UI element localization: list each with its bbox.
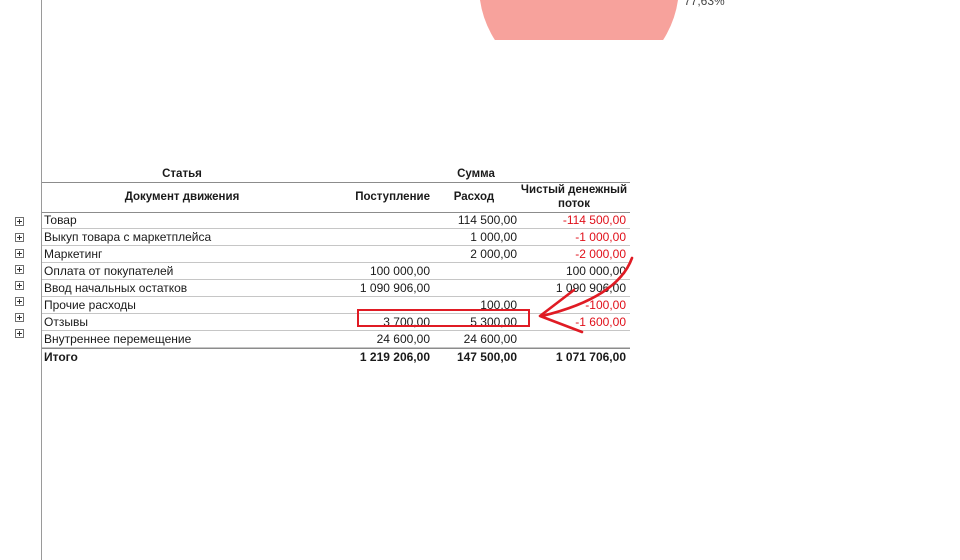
annotation-arrow-icon [538, 256, 634, 334]
